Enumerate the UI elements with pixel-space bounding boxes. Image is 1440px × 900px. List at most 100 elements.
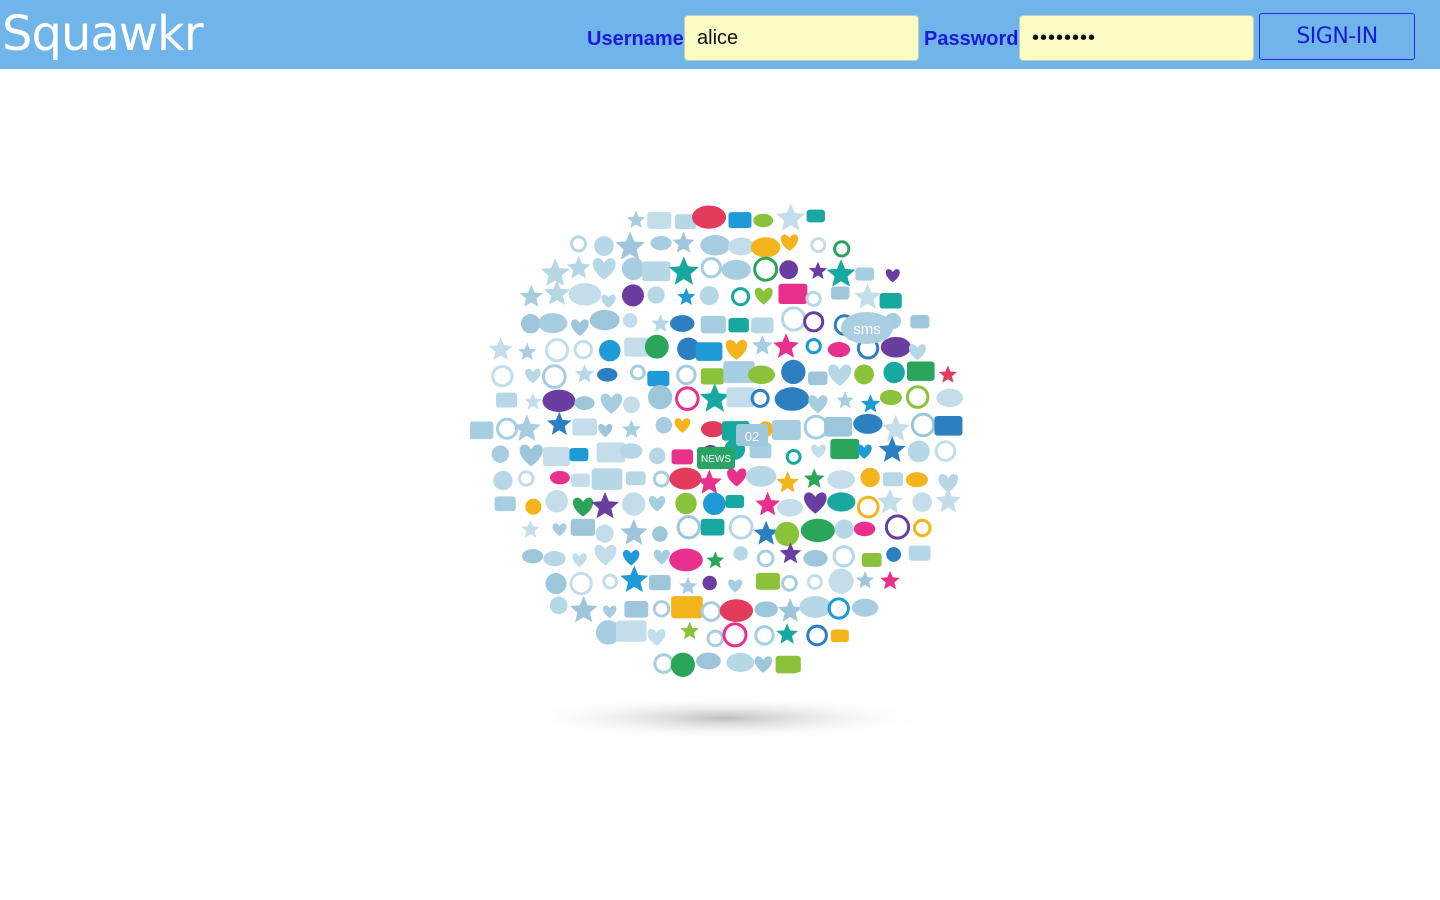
heart-icon [778, 283, 808, 304]
cloud-upload-icon [494, 496, 516, 512]
heart-icon [781, 359, 806, 385]
twitter-bird-icon [936, 388, 964, 408]
envelope-icon [733, 546, 748, 561]
calendar-icon [594, 236, 614, 256]
laptop-icon [912, 492, 932, 512]
twitter-bird-icon [934, 416, 963, 436]
camera-icon [882, 472, 904, 487]
microphone-icon [853, 521, 876, 537]
star-icon [772, 419, 801, 441]
sms-badge: sms [841, 312, 893, 344]
calendar-icon [591, 468, 623, 490]
phone-icon [619, 443, 643, 459]
laptop-icon [828, 568, 854, 594]
phone-icon [542, 446, 570, 466]
phone-icon [700, 368, 724, 385]
heart-icon [621, 284, 644, 307]
svg-text:NEWS: NEWS [701, 454, 731, 465]
star-icon [647, 370, 670, 387]
username-input[interactable] [684, 15, 919, 61]
twitter-bird-icon [648, 575, 671, 591]
sms-bubble-icon [879, 389, 902, 406]
wifi-icon [599, 339, 621, 362]
heart-icon [907, 440, 930, 463]
chat-bubble-icon [774, 387, 810, 411]
globe-shadow [515, 696, 935, 740]
user-icon [880, 336, 911, 358]
gear-icon [647, 286, 665, 304]
globe-icon [806, 209, 825, 223]
heart-icon [728, 318, 749, 333]
camera-icon [671, 596, 703, 619]
news-icon [774, 521, 800, 547]
svg-text:sms: sms [853, 321, 881, 338]
music-note-icon [799, 596, 832, 618]
globe-icon [623, 396, 640, 414]
envelope-icon [696, 652, 721, 670]
thumbs-up-icon [700, 315, 726, 334]
gear-icon [700, 234, 731, 256]
gear-icon [803, 550, 828, 567]
password-input[interactable] [1019, 15, 1254, 61]
star-icon [854, 364, 874, 385]
gear-icon [647, 212, 672, 229]
twitter-bird-icon [522, 549, 544, 564]
camera-icon [692, 205, 727, 229]
music-note-icon [669, 548, 703, 572]
camera-icon [542, 389, 576, 413]
star-icon [754, 601, 778, 618]
gear-icon [670, 652, 695, 677]
twitter-bird-icon [493, 470, 513, 491]
cloud-upload-icon [702, 575, 717, 591]
envelope-icon [721, 259, 751, 280]
gear-icon [853, 413, 883, 434]
chat-bubble-icon [652, 526, 668, 542]
shopping-cart-icon [777, 498, 804, 517]
gear-icon [827, 492, 856, 512]
globe-icon [827, 342, 851, 358]
cloud-upload-icon [695, 342, 723, 361]
twitter-bird-icon [647, 384, 673, 410]
twitter-bird-icon [589, 309, 620, 331]
calendar-icon [879, 292, 902, 309]
cloud-upload-icon [543, 551, 566, 567]
news-icon [855, 267, 875, 281]
cloud-upload-icon [906, 361, 935, 381]
password-label: Password [924, 28, 1019, 50]
laptop-icon [624, 600, 649, 618]
laptop-icon [800, 518, 835, 543]
laptop-icon [851, 598, 879, 617]
gear-icon [860, 467, 880, 488]
user-icon [751, 317, 774, 334]
gear-icon [831, 286, 850, 300]
news-badge: NEWS [697, 447, 735, 469]
music-note-icon [525, 498, 542, 515]
music-note-icon [569, 447, 589, 462]
twitter-bird-icon [648, 447, 666, 465]
shopping-cart-icon [834, 519, 854, 539]
shopping-cart-icon [595, 524, 614, 543]
magnifier-icon [886, 547, 902, 562]
wifi-icon [549, 596, 568, 615]
globe-icon [910, 315, 930, 329]
chat-bubble-icon [571, 473, 590, 487]
camera-icon [669, 315, 695, 332]
user-icon [824, 417, 852, 437]
star-icon [719, 599, 754, 622]
news-icon [753, 213, 774, 228]
laptop-icon [621, 257, 645, 281]
laptop-icon [597, 367, 618, 382]
shopping-cart-icon [570, 518, 596, 536]
app-logo[interactable]: Squawkr [2, 2, 204, 66]
calendar-icon [549, 470, 570, 485]
calendar-icon [671, 449, 694, 465]
top-bar: Squawkr Username Password SIGN-IN [0, 0, 1440, 69]
envelope-icon [745, 465, 777, 487]
twitter-bird-icon [830, 629, 849, 643]
calendar-icon [496, 392, 518, 408]
envelope-icon [644, 334, 669, 359]
chat-bubble-icon [830, 438, 860, 460]
social-icons-globe-image: sms NEWS 02 [470, 185, 970, 740]
shopping-cart-icon [675, 492, 697, 515]
sign-in-button[interactable]: SIGN-IN [1259, 13, 1415, 60]
